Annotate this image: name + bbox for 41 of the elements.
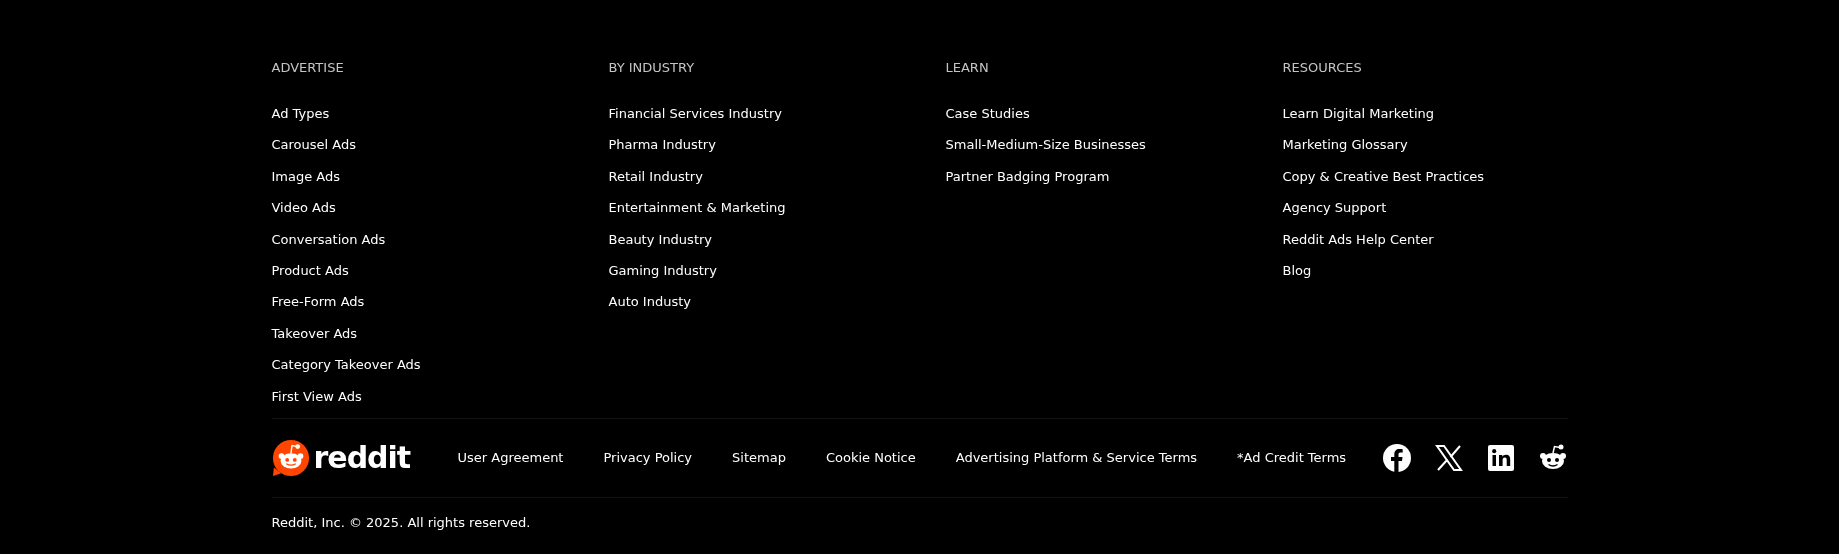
column-heading: LEARN	[945, 59, 989, 77]
footer-link[interactable]: Auto Industy	[608, 293, 691, 312]
footer-link[interactable]: Learn Digital Marketing	[1282, 105, 1435, 123]
footer-link[interactable]: Category Takeover Ads	[271, 356, 421, 375]
linkedin-icon[interactable]	[1485, 442, 1516, 473]
column-heading: RESOURCES	[1282, 59, 1362, 77]
footer-link[interactable]: Reddit Ads Help Center	[1282, 230, 1434, 249]
facebook-icon[interactable]	[1381, 442, 1412, 473]
footer-link[interactable]: Pharma Industry	[608, 136, 716, 155]
footer-link[interactable]: Entertainment & Marketing	[608, 199, 786, 218]
copyright-text: Reddit, Inc. © 2025. All rights reserved.	[271, 513, 531, 532]
legal-link[interactable]: Cookie Notice	[825, 448, 916, 468]
x-icon[interactable]	[1433, 442, 1464, 473]
legal-link[interactable]: User Agreement	[457, 448, 564, 468]
footer-link[interactable]: Beauty Industry	[608, 230, 713, 249]
footer-link[interactable]: First View Ads	[271, 387, 362, 406]
legal-link[interactable]: Advertising Platform & Service Terms	[955, 448, 1198, 468]
footer-link[interactable]: Takeover Ads	[271, 324, 358, 343]
legal-link[interactable]: *Ad Credit Terms	[1237, 448, 1347, 468]
footer-link[interactable]: Ad Types	[271, 105, 330, 123]
legal-link[interactable]: Sitemap	[732, 448, 786, 468]
footer-link[interactable]: Retail Industry	[608, 167, 703, 186]
footer-link[interactable]: Small-Medium-Size Businesses	[945, 136, 1146, 155]
footer-link[interactable]: Financial Services Industry	[608, 105, 782, 123]
footer-link[interactable]: Agency Support	[1282, 199, 1387, 218]
footer-link[interactable]: Conversation Ads	[271, 230, 386, 249]
footer-link[interactable]: Copy & Creative Best Practices	[1282, 167, 1485, 186]
reddit-logo[interactable]: reddit	[271, 438, 458, 477]
footer-link[interactable]: Case Studies	[945, 105, 1030, 123]
footer-link[interactable]: Video Ads	[271, 199, 336, 218]
footer-link[interactable]: Blog	[1282, 261, 1312, 280]
footer-link[interactable]: Free-Form Ads	[271, 293, 365, 312]
footer-link[interactable]: Partner Badging Program	[945, 167, 1110, 186]
column-heading: BY INDUSTRY	[608, 59, 695, 77]
footer-link[interactable]: Product Ads	[271, 261, 349, 280]
footer-link[interactable]: Image Ads	[271, 167, 341, 186]
footer-link[interactable]: Carousel Ads	[271, 136, 356, 155]
legal-link[interactable]: Privacy Policy	[603, 448, 693, 468]
footer-link[interactable]: Marketing Glossary	[1282, 136, 1408, 155]
column-heading: ADVERTISE	[271, 59, 344, 77]
footer-link[interactable]: Gaming Industry	[608, 261, 717, 280]
